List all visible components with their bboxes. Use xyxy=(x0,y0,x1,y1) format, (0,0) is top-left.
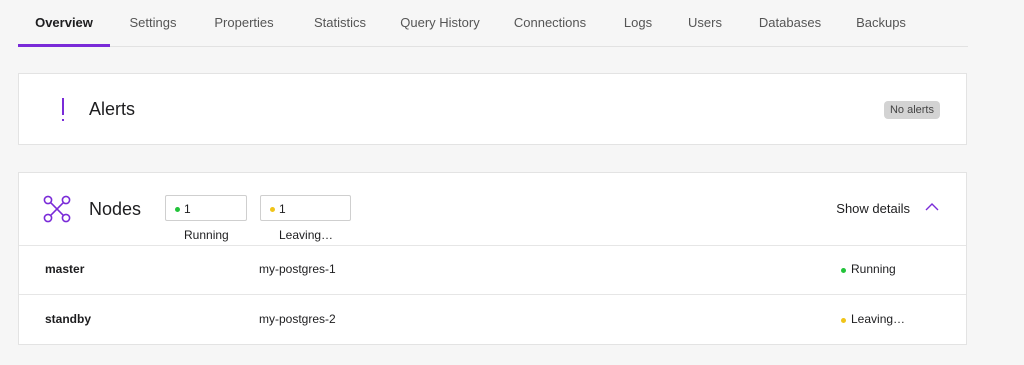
status-badge: Leaving… xyxy=(841,312,905,326)
tab-settings[interactable]: Settings xyxy=(122,0,184,46)
table-row: standby my-postgres-2 Leaving… xyxy=(19,295,966,345)
tab-connections[interactable]: Connections xyxy=(509,0,591,46)
running-count-label: 1 Running xyxy=(184,202,229,242)
no-alerts-badge: No alerts xyxy=(883,101,940,119)
tab-users[interactable]: Users xyxy=(684,0,726,46)
node-status: Running xyxy=(851,262,896,276)
status-badge: Running xyxy=(841,262,896,276)
running-dot-icon xyxy=(175,207,180,212)
tab-overview[interactable]: Overview xyxy=(18,0,110,47)
tab-logs[interactable]: Logs xyxy=(618,0,658,46)
node-instance: my-postgres-2 xyxy=(259,312,336,326)
show-details-button[interactable]: Show details xyxy=(836,201,910,216)
alerts-card: Alerts No alerts xyxy=(18,73,967,145)
node-instance: my-postgres-1 xyxy=(259,262,336,276)
table-row: master my-postgres-1 Running xyxy=(19,245,966,295)
status-dot-icon xyxy=(841,268,846,273)
node-status: Leaving… xyxy=(851,312,906,326)
node-role: master xyxy=(45,262,85,276)
leaving-dot-icon xyxy=(270,207,275,212)
node-role: standby xyxy=(45,312,92,326)
leaving-count-label: 1 Leaving… xyxy=(279,202,334,242)
nodes-title: Nodes xyxy=(89,199,142,219)
tab-databases[interactable]: Databases xyxy=(753,0,827,46)
running-count-pill[interactable]: 1 Running xyxy=(165,195,247,242)
alerts-title: Alerts xyxy=(89,99,136,119)
nodes-header: Nodes 1 Running 1 Leaving… Show details xyxy=(19,173,966,246)
tab-backups[interactable]: Backups xyxy=(851,0,911,46)
tab-statistics[interactable]: Statistics xyxy=(305,0,375,46)
tab-bar: Overview Settings Properties Statistics … xyxy=(18,0,968,47)
leaving-count-pill[interactable]: 1 Leaving… xyxy=(260,195,351,242)
tab-query-history[interactable]: Query History xyxy=(395,0,485,46)
chevron-up-icon[interactable] xyxy=(924,199,940,215)
status-dot-icon xyxy=(841,318,846,323)
tab-properties[interactable]: Properties xyxy=(209,0,279,46)
nodes-icon xyxy=(43,195,71,223)
exclamation-icon xyxy=(57,98,71,124)
nodes-card: Nodes 1 Running 1 Leaving… Show details … xyxy=(18,172,967,345)
